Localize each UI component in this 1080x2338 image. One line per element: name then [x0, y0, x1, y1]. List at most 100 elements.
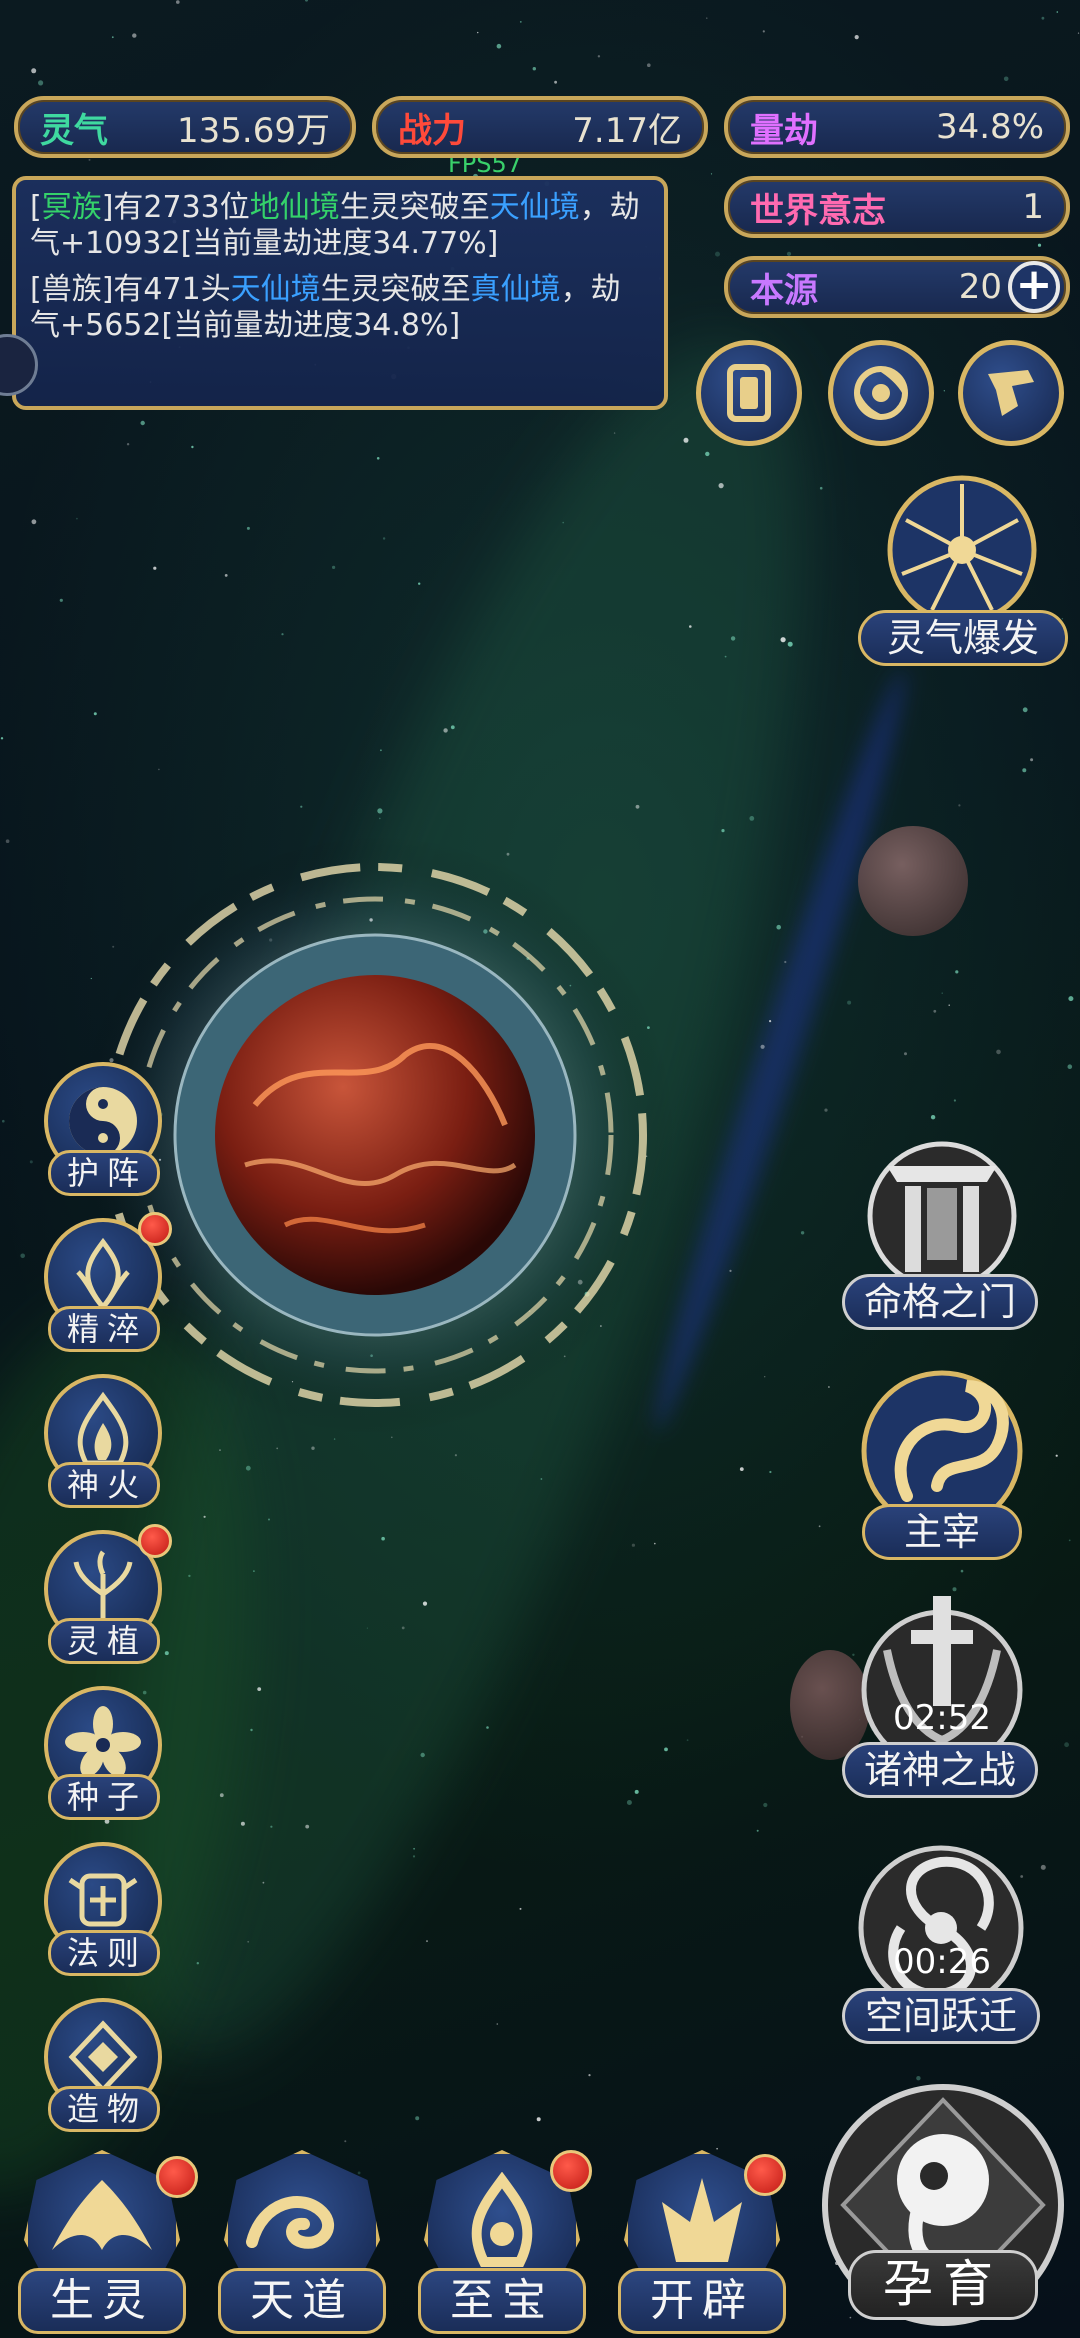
star: [0, 737, 4, 740]
side-button-zhongzi[interactable]: 种子: [38, 1686, 170, 1820]
side-button-zaowu[interactable]: 造物: [38, 1998, 170, 2132]
star: [450, 725, 455, 730]
benyuan-add-button[interactable]: +: [1008, 261, 1060, 313]
side-button-label: 护阵: [48, 1150, 160, 1196]
zhanli-label: 战力: [398, 110, 466, 151]
star: [706, 17, 708, 19]
star: [401, 1626, 405, 1630]
star: [219, 1449, 221, 1451]
star: [784, 960, 787, 964]
star: [554, 80, 557, 84]
star: [29, 1160, 33, 1164]
star: [305, 0, 308, 2]
space-jump-button[interactable]: 00:26 空间跃迁: [836, 1838, 1046, 2058]
star: [247, 1940, 250, 1943]
star: [689, 625, 692, 628]
bottom-tab-zhibao[interactable]: 至宝: [412, 2150, 592, 2338]
side-button-label: 法则: [48, 1930, 160, 1976]
bottom-tab-shengling[interactable]: 生灵: [12, 2150, 198, 2338]
shijie-stat[interactable]: 世界意志 1: [724, 176, 1070, 238]
star: [941, 992, 943, 994]
star: [683, 437, 689, 443]
star: [634, 1789, 639, 1794]
wave-icon: [246, 2196, 334, 2249]
star: [382, 537, 386, 540]
nurture-button[interactable]: 孕育: [818, 2080, 1068, 2330]
star: [828, 1386, 830, 1388]
star: [800, 1231, 805, 1235]
bottom-tab-kaipi[interactable]: 开辟: [612, 2150, 792, 2338]
star: [705, 451, 710, 457]
lingqi-burst-button[interactable]: 灵气爆发: [858, 470, 1068, 680]
master-label: 主宰: [862, 1504, 1022, 1560]
star: [996, 1049, 1001, 1055]
benyuan-label: 本源: [750, 270, 818, 311]
side-button-huzhen[interactable]: 护阵: [38, 1062, 170, 1196]
star: [780, 637, 786, 643]
star: [188, 1574, 191, 1578]
star: [413, 1847, 415, 1850]
benyuan-value: 20: [958, 267, 1002, 307]
bottom-tab-label: 至宝: [418, 2268, 586, 2334]
card-icon: [727, 364, 771, 422]
star: [377, 808, 383, 814]
card-button[interactable]: [696, 340, 802, 446]
master-button[interactable]: 主宰: [842, 1356, 1042, 1576]
nurture-label: 孕育: [848, 2250, 1038, 2320]
star: [930, 1115, 936, 1120]
star: [246, 526, 250, 530]
star: [1041, 16, 1045, 20]
star: [724, 655, 727, 658]
gods-war-timer: 02:52: [893, 1698, 991, 1738]
star: [715, 251, 720, 257]
liangjie-stat[interactable]: 量劫 34.8%: [724, 96, 1070, 158]
star: [477, 31, 479, 34]
side-button-faze[interactable]: 法则: [38, 1842, 170, 1976]
event-log-entry: [冥族]有2733位地仙境生灵突破至天仙境，劫气+10932[当前量劫进度34.…: [30, 190, 640, 261]
star: [1037, 243, 1042, 247]
space-jump-label: 空间跃迁: [842, 1988, 1040, 2044]
star: [270, 1825, 273, 1828]
star: [1077, 32, 1080, 34]
dragon-icon: [861, 1370, 1023, 1526]
notification-badge: [744, 2154, 786, 2196]
star: [760, 1044, 765, 1049]
star: [31, 68, 37, 74]
side-button-jingcui[interactable]: 精淬: [38, 1212, 172, 1352]
star: [540, 1478, 543, 1480]
star: [519, 21, 522, 23]
liangjie-value: 34.8%: [935, 107, 1044, 147]
star: [631, 1543, 636, 1547]
gods-war-button[interactable]: 02:52 诸神之战: [842, 1590, 1042, 1810]
side-button-shenhuo[interactable]: 神火: [38, 1374, 170, 1508]
star: [1022, 707, 1028, 713]
star: [380, 749, 382, 752]
star: [588, 2074, 591, 2077]
star: [443, 728, 448, 733]
star: [93, 712, 97, 716]
portal-button[interactable]: [828, 340, 934, 446]
star: [38, 80, 44, 86]
star: [787, 641, 793, 647]
star: [958, 804, 961, 807]
star: [153, 566, 157, 570]
star: [749, 816, 755, 821]
star: [300, 805, 303, 808]
bottom-tab-tiandao[interactable]: 天道: [212, 2150, 392, 2338]
star: [626, 1800, 632, 1805]
lingqi-stat: 灵气 135.69万: [14, 96, 356, 158]
side-button-label: 神火: [48, 1462, 160, 1508]
star: [710, 173, 713, 175]
star: [31, 519, 37, 525]
notification-badge: [156, 2156, 198, 2198]
star: [762, 30, 765, 33]
fate-gate-button[interactable]: 命格之门: [842, 1126, 1042, 1336]
feedback-button[interactable]: [958, 340, 1064, 446]
star: [1055, 1454, 1058, 1457]
star: [311, 1446, 315, 1450]
star: [819, 486, 823, 490]
gods-war-label: 诸神之战: [842, 1742, 1038, 1798]
side-button-lingzhi[interactable]: 灵植: [38, 1524, 172, 1664]
star: [140, 420, 145, 426]
star: [854, 35, 859, 40]
